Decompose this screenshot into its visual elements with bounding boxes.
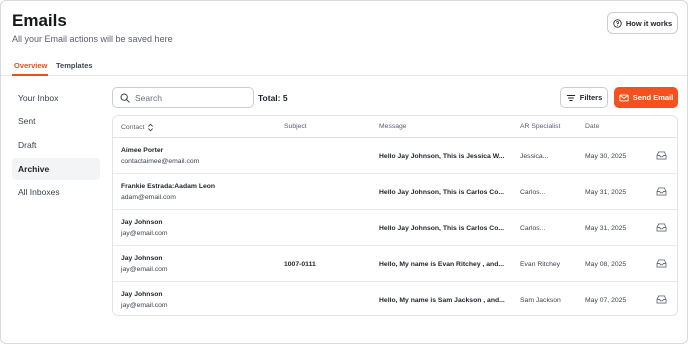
sidebar-item-archive[interactable]: Archive	[12, 158, 100, 180]
inbox-icon[interactable]	[656, 223, 667, 232]
emails-table: Contact Subject Message AR Specialist Da…	[112, 115, 678, 316]
inbox-icon[interactable]	[656, 187, 667, 196]
mail-icon	[619, 94, 629, 101]
search-icon	[120, 93, 130, 103]
message-cell: Hello, My name is Sam Jackson , and...	[379, 297, 505, 304]
contact-name: Jay Johnson	[121, 219, 163, 226]
sidebar-item-draft[interactable]: Draft	[12, 134, 100, 156]
date-cell: May 30, 2025	[585, 153, 627, 160]
table-row[interactable]: Jay Johnson jay@email.com Hello Jay Johnso…	[113, 210, 677, 246]
inbox-icon[interactable]	[656, 295, 667, 304]
message-cell: Hello, My name is Evan Ritchey , and...	[379, 261, 505, 268]
column-header-contact[interactable]: Contact	[121, 123, 154, 132]
send-email-button[interactable]: Send Email	[614, 87, 678, 108]
page-title: Emails	[12, 11, 67, 30]
table-row[interactable]: Frankie Estrada:Aadam Leon adam@email.com…	[113, 174, 677, 210]
inbox-icon[interactable]	[656, 151, 667, 160]
date-cell: May 07, 2025	[585, 297, 627, 304]
table-row[interactable]: Aimee Porter contactaimee@email.com Hello …	[113, 138, 677, 174]
filter-lines-icon	[566, 94, 575, 101]
message-cell: Hello Jay Johnson, This is Jessica W...	[379, 153, 505, 160]
contact-email: jay@email.com	[121, 230, 168, 237]
filters-label: Filters	[579, 93, 603, 102]
send-email-label: Send Email	[632, 93, 674, 102]
help-circle-icon	[613, 18, 622, 28]
contact-email: contactaimee@email.com	[121, 158, 200, 165]
column-header-ar-specialist: AR Specialist	[520, 123, 561, 130]
ar-specialist-cell: Sam Jackson	[520, 297, 561, 304]
tab-active-indicator	[12, 74, 48, 76]
subject-cell: 1007-0111	[284, 261, 316, 268]
tab-overview[interactable]: Overview	[14, 61, 47, 70]
page-subtitle: All your Email actions will be saved her…	[12, 34, 173, 44]
how-it-works-button[interactable]: How it works	[607, 12, 678, 34]
message-cell: Hello Jay Johnson, This is Carlos Co...	[379, 189, 505, 196]
how-it-works-label: How it works	[625, 18, 673, 28]
contact-name: Jay Johnson	[121, 291, 163, 298]
contact-email: jay@email.com	[121, 302, 168, 309]
filters-button[interactable]: Filters	[560, 87, 608, 108]
tab-bar: Overview Templates	[1, 57, 687, 76]
sort-icon[interactable]	[147, 123, 154, 132]
sidebar-item-sent[interactable]: Sent	[12, 110, 100, 132]
inbox-icon[interactable]	[656, 259, 667, 268]
date-cell: May 08, 2025	[585, 261, 627, 268]
ar-specialist-cell: Jessica...	[520, 153, 549, 160]
ar-specialist-cell: Carlos...	[520, 225, 546, 232]
table-header: Contact Subject Message AR Specialist Da…	[113, 116, 677, 138]
contact-email: adam@email.com	[121, 194, 176, 201]
column-header-message: Message	[379, 123, 407, 130]
contact-email: jay@email.com	[121, 266, 168, 273]
search-box[interactable]	[112, 87, 254, 108]
table-row[interactable]: Jay Johnson jay@email.com Hello, My name i…	[113, 282, 677, 315]
column-header-subject: Subject	[284, 123, 307, 130]
total-count: Total: 5	[258, 93, 288, 103]
search-input[interactable]	[135, 92, 245, 103]
date-cell: May 31, 2025	[585, 225, 627, 232]
contact-name: Jay Johnson	[121, 255, 163, 262]
emails-page: Emails All your Email actions will be sa…	[0, 0, 688, 344]
ar-specialist-cell: Evan Ritchey	[520, 261, 561, 268]
table-row[interactable]: Jay Johnson jay@email.com 1007-0111 Hello, …	[113, 246, 677, 282]
column-header-date: Date	[585, 123, 600, 130]
message-cell: Hello Jay Johnson, This is Carlos Co...	[379, 225, 505, 232]
sidebar-item-your-inbox[interactable]: Your Inbox	[12, 87, 100, 109]
ar-specialist-cell: Carlos...	[520, 189, 546, 196]
contact-name: Frankie Estrada:Aadam Leon	[121, 183, 216, 190]
tab-templates[interactable]: Templates	[56, 61, 93, 70]
date-cell: May 31, 2025	[585, 189, 627, 196]
sidebar-item-all-inboxes[interactable]: All Inboxes	[12, 181, 100, 203]
contact-name: Aimee Porter	[121, 147, 164, 154]
